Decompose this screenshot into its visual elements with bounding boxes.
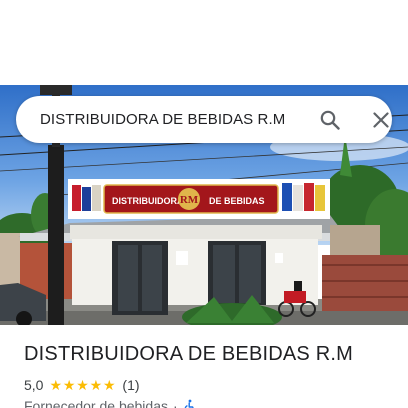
separator: · — [173, 398, 178, 408]
search-bar[interactable]: DISTRIBUIDORA DE BEBIDAS R.M — [16, 96, 392, 143]
place-title: DISTRIBUIDORA DE BEBIDAS R.M — [24, 343, 353, 365]
review-count[interactable]: (1) — [122, 377, 139, 393]
place-info-panel: DISTRIBUIDORA DE BEBIDAS R.M 5,0 ★ ★ ★ ★… — [0, 325, 408, 408]
star-icon: ★ — [49, 377, 63, 393]
search-icon[interactable] — [318, 108, 342, 132]
wheelchair-icon — [183, 399, 197, 408]
star-icon: ★ — [62, 377, 76, 393]
star-icon: ★ — [103, 377, 116, 393]
map-top-area — [0, 0, 408, 85]
sign-right-text: DE BEBIDAS — [209, 196, 265, 206]
category-row: Fornecedor de bebidas · — [24, 397, 197, 408]
rating-value: 5,0 — [24, 377, 44, 393]
sign-brand-text: RM — [180, 194, 199, 206]
place-category[interactable]: Fornecedor de bebidas — [24, 398, 168, 408]
close-icon[interactable] — [369, 108, 393, 132]
rating-row[interactable]: 5,0 ★ ★ ★ ★ ★ (1) — [24, 376, 140, 394]
star-icon: ★ — [89, 377, 103, 393]
search-input[interactable]: DISTRIBUIDORA DE BEBIDAS R.M — [40, 96, 285, 143]
sign-left-text: DISTRIBUIDORA — [112, 196, 184, 206]
star-rating: ★ ★ ★ ★ ★ — [49, 378, 116, 392]
star-icon: ★ — [76, 377, 89, 393]
